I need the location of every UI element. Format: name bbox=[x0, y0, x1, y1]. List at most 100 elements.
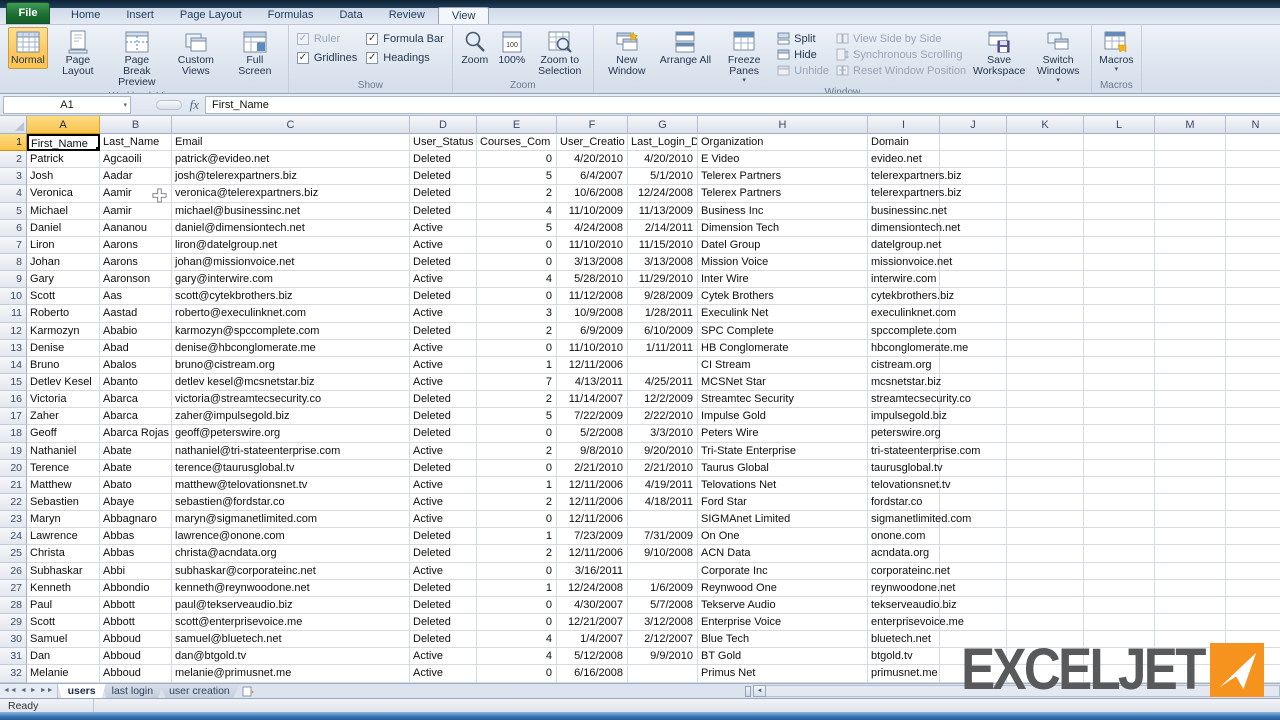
cell-C1[interactable]: Email bbox=[172, 134, 410, 151]
cell-A9[interactable]: Gary bbox=[27, 271, 100, 288]
cell-I5[interactable]: businessinc.net bbox=[868, 203, 940, 220]
cell-A12[interactable]: Karmozyn bbox=[27, 323, 100, 340]
cell-K27[interactable] bbox=[1007, 580, 1084, 597]
cell-H18[interactable]: Peters Wire bbox=[698, 425, 868, 442]
cell-G1[interactable]: Last_Login_D bbox=[628, 134, 698, 151]
cell-K18[interactable] bbox=[1007, 425, 1084, 442]
cell-K4[interactable] bbox=[1007, 185, 1084, 202]
cell-H23[interactable]: SIGMAnet Limited bbox=[698, 511, 868, 528]
cell-N4[interactable] bbox=[1226, 185, 1280, 202]
page-break-preview-button[interactable]: Page Break Preview bbox=[108, 27, 166, 91]
cell-C15[interactable]: detlev kesel@mcsnetstar.biz bbox=[172, 374, 410, 391]
cell-M22[interactable] bbox=[1155, 494, 1226, 511]
cell-H10[interactable]: Cytek Brothers bbox=[698, 288, 868, 305]
cell-B29[interactable]: Abbott bbox=[100, 614, 172, 631]
cell-F23[interactable]: 12/11/2006 bbox=[557, 511, 628, 528]
row-header-26[interactable]: 26 bbox=[0, 563, 27, 580]
cell-D5[interactable]: Deleted bbox=[410, 203, 477, 220]
cell-E13[interactable]: 0 bbox=[477, 340, 557, 357]
cell-G9[interactable]: 11/29/2010 bbox=[628, 271, 698, 288]
cell-F1[interactable]: User_Creatio bbox=[557, 134, 628, 151]
cell-C2[interactable]: patrick@evideo.net bbox=[172, 151, 410, 168]
cell-N25[interactable] bbox=[1226, 545, 1280, 562]
cell-I12[interactable]: spccomplete.com bbox=[868, 323, 940, 340]
cell-C3[interactable]: josh@telerexpartners.biz bbox=[172, 168, 410, 185]
cell-K11[interactable] bbox=[1007, 305, 1084, 322]
row-header-7[interactable]: 7 bbox=[0, 237, 27, 254]
row-header-14[interactable]: 14 bbox=[0, 357, 27, 374]
new-window-button[interactable]: New Window bbox=[598, 27, 656, 80]
cell-D15[interactable]: Active bbox=[410, 374, 477, 391]
row-header-8[interactable]: 8 bbox=[0, 254, 27, 271]
cell-C29[interactable]: scott@enterprisevoice.me bbox=[172, 614, 410, 631]
col-header-F[interactable]: F bbox=[557, 116, 628, 134]
cell-G31[interactable]: 9/9/2010 bbox=[628, 648, 698, 665]
cell-E25[interactable]: 2 bbox=[477, 545, 557, 562]
cell-L6[interactable] bbox=[1084, 220, 1155, 237]
cell-C12[interactable]: karmozyn@spccomplete.com bbox=[172, 323, 410, 340]
row-header-15[interactable]: 15 bbox=[0, 374, 27, 391]
col-header-B[interactable]: B bbox=[100, 116, 172, 134]
cell-M7[interactable] bbox=[1155, 237, 1226, 254]
cell-K20[interactable] bbox=[1007, 460, 1084, 477]
full-screen-button[interactable]: Full Screen bbox=[226, 27, 284, 80]
cell-E24[interactable]: 1 bbox=[477, 528, 557, 545]
custom-views-button[interactable]: Custom Views bbox=[167, 27, 225, 80]
cell-G32[interactable] bbox=[628, 665, 698, 682]
cell-E23[interactable]: 0 bbox=[477, 511, 557, 528]
cell-E19[interactable]: 2 bbox=[477, 443, 557, 460]
cell-L13[interactable] bbox=[1084, 340, 1155, 357]
col-header-I[interactable]: I bbox=[868, 116, 940, 134]
cell-J18[interactable] bbox=[940, 425, 1007, 442]
col-header-G[interactable]: G bbox=[628, 116, 698, 134]
cell-K28[interactable] bbox=[1007, 597, 1084, 614]
cell-H15[interactable]: MCSNet Star bbox=[698, 374, 868, 391]
cell-A6[interactable]: Daniel bbox=[27, 220, 100, 237]
cell-E1[interactable]: Courses_Com bbox=[477, 134, 557, 151]
cell-C26[interactable]: subhaskar@corporateinc.net bbox=[172, 563, 410, 580]
tab-data[interactable]: Data bbox=[326, 7, 375, 24]
cell-G6[interactable]: 2/14/2011 bbox=[628, 220, 698, 237]
cell-D14[interactable]: Active bbox=[410, 357, 477, 374]
cell-E3[interactable]: 5 bbox=[477, 168, 557, 185]
cell-A1[interactable]: First_Name bbox=[27, 134, 100, 151]
row-header-24[interactable]: 24 bbox=[0, 528, 27, 545]
cell-A2[interactable]: Patrick bbox=[27, 151, 100, 168]
cell-J25[interactable] bbox=[940, 545, 1007, 562]
cell-K17[interactable] bbox=[1007, 408, 1084, 425]
cell-E28[interactable]: 0 bbox=[477, 597, 557, 614]
cell-F8[interactable]: 3/13/2008 bbox=[557, 254, 628, 271]
cell-K10[interactable] bbox=[1007, 288, 1084, 305]
cell-C25[interactable]: christa@acndata.org bbox=[172, 545, 410, 562]
cell-F2[interactable]: 4/20/2010 bbox=[557, 151, 628, 168]
normal-view-button[interactable]: Normal bbox=[8, 27, 48, 69]
cell-J7[interactable] bbox=[940, 237, 1007, 254]
cell-F11[interactable]: 10/9/2008 bbox=[557, 305, 628, 322]
row-header-3[interactable]: 3 bbox=[0, 168, 27, 185]
cell-E5[interactable]: 4 bbox=[477, 203, 557, 220]
cell-G12[interactable]: 6/10/2009 bbox=[628, 323, 698, 340]
name-box[interactable]: A1 ▾ bbox=[3, 96, 131, 114]
row-header-18[interactable]: 18 bbox=[0, 425, 27, 442]
cell-E10[interactable]: 0 bbox=[477, 288, 557, 305]
cell-A27[interactable]: Kenneth bbox=[27, 580, 100, 597]
cell-F13[interactable]: 11/10/2010 bbox=[557, 340, 628, 357]
cell-A32[interactable]: Melanie bbox=[27, 665, 100, 682]
cell-A10[interactable]: Scott bbox=[27, 288, 100, 305]
cell-D10[interactable]: Deleted bbox=[410, 288, 477, 305]
cell-G2[interactable]: 4/20/2010 bbox=[628, 151, 698, 168]
cell-M25[interactable] bbox=[1155, 545, 1226, 562]
row-header-10[interactable]: 10 bbox=[0, 288, 27, 305]
cell-D32[interactable]: Active bbox=[410, 665, 477, 682]
cell-A31[interactable]: Dan bbox=[27, 648, 100, 665]
cell-B27[interactable]: Abbondio bbox=[100, 580, 172, 597]
checkbox-checked-icon[interactable]: ✓ bbox=[297, 52, 309, 64]
col-header-J[interactable]: J bbox=[940, 116, 1007, 134]
cell-B30[interactable]: Abboud bbox=[100, 631, 172, 648]
cell-J14[interactable] bbox=[940, 357, 1007, 374]
cell-K7[interactable] bbox=[1007, 237, 1084, 254]
row-header-25[interactable]: 25 bbox=[0, 545, 27, 562]
cell-G4[interactable]: 12/24/2008 bbox=[628, 185, 698, 202]
cell-E2[interactable]: 0 bbox=[477, 151, 557, 168]
cell-D9[interactable]: Active bbox=[410, 271, 477, 288]
